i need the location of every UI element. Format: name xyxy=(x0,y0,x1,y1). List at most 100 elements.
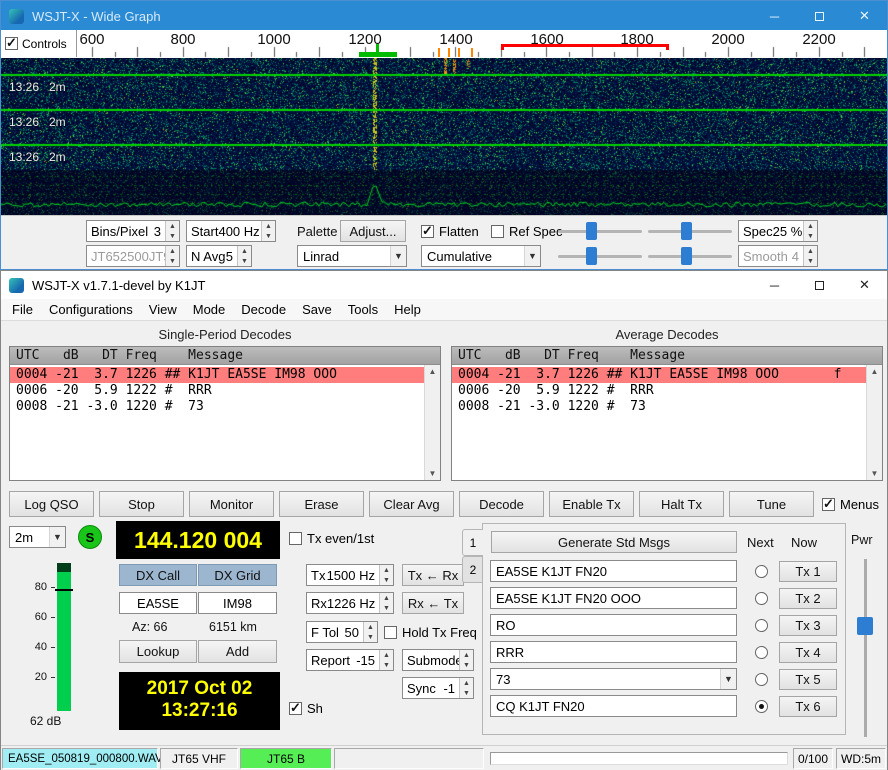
chevron-up-icon[interactable]: ▲ xyxy=(380,650,393,660)
tab-1[interactable]: 1 xyxy=(462,529,483,556)
start-freq-spinner[interactable]: Start400 Hz ▲▼ xyxy=(186,220,276,242)
chevron-up-icon[interactable]: ▲ xyxy=(166,221,179,231)
tx6-message-input[interactable]: CQ K1JT FN20 xyxy=(490,695,737,717)
tx5-now-button[interactable]: Tx 5 xyxy=(779,669,837,690)
chevron-down-icon[interactable]: ▼ xyxy=(720,669,736,689)
tx3-now-button[interactable]: Tx 3 xyxy=(779,615,837,636)
main-titlebar[interactable]: WSJT-X v1.7.1-devel by K1JT ─ ✕ xyxy=(1,271,887,299)
minimize-button[interactable]: ─ xyxy=(752,271,797,299)
spinner-arrows[interactable]: ▲▼ xyxy=(379,593,393,613)
chevron-up-icon[interactable]: ▲ xyxy=(380,593,393,603)
decode-row[interactable]: 0006 -20 5.9 1222 # RRR xyxy=(10,383,424,399)
chevron-up-icon[interactable]: ▲ xyxy=(871,367,879,376)
tx4-next-radio[interactable] xyxy=(755,646,768,659)
chevron-down-icon[interactable]: ▼ xyxy=(460,660,473,670)
bins-per-pixel-spinner[interactable]: Bins/Pixel3 ▲▼ xyxy=(86,220,180,242)
chevron-down-icon[interactable]: ▼ xyxy=(49,527,65,547)
lookup-button[interactable]: Lookup xyxy=(119,640,197,663)
close-button[interactable]: ✕ xyxy=(842,1,887,31)
chevron-down-icon[interactable]: ▼ xyxy=(390,246,406,266)
tx3-message-input[interactable]: RO xyxy=(490,614,737,636)
waterfall[interactable]: 13:26 2m 13:26 2m 13:26 2m xyxy=(1,58,887,215)
checkbox-icon[interactable] xyxy=(5,37,18,50)
tab-2[interactable]: 2 xyxy=(462,556,483,583)
menu-decode[interactable]: Decode xyxy=(233,299,294,320)
checkbox-icon[interactable] xyxy=(384,626,397,639)
flatten-checkbox[interactable]: Flatten xyxy=(421,224,479,239)
chevron-up-icon[interactable]: ▲ xyxy=(380,565,393,575)
monitor-button[interactable]: Monitor xyxy=(189,491,274,517)
chevron-up-icon[interactable]: ▲ xyxy=(429,367,437,376)
halt-tx-button[interactable]: Halt Tx xyxy=(639,491,724,517)
chevron-down-icon[interactable]: ▼ xyxy=(262,231,275,241)
menu-tools[interactable]: Tools xyxy=(340,299,386,320)
chevron-down-icon[interactable]: ▼ xyxy=(238,256,251,266)
stop-button[interactable]: Stop xyxy=(99,491,184,517)
pwr-slider-handle[interactable] xyxy=(857,617,873,635)
spinner-arrows[interactable]: ▲▼ xyxy=(459,678,473,698)
tx-even-checkbox[interactable]: Tx even/1st xyxy=(289,531,374,546)
tx1-now-button[interactable]: Tx 1 xyxy=(779,561,837,582)
spinner-arrows[interactable]: ▲▼ xyxy=(459,650,473,670)
menu-view[interactable]: View xyxy=(141,299,185,320)
menu-configurations[interactable]: Configurations xyxy=(41,299,141,320)
tx4-message-input[interactable]: RRR xyxy=(490,641,737,663)
chevron-up-icon[interactable]: ▲ xyxy=(262,221,275,231)
tx1-next-radio[interactable] xyxy=(755,565,768,578)
hold-tx-freq-checkbox[interactable]: Hold Tx Freq xyxy=(384,625,477,640)
chevron-up-icon[interactable]: ▲ xyxy=(460,650,473,660)
tx2-now-button[interactable]: Tx 2 xyxy=(779,588,837,609)
tune-button[interactable]: Tune xyxy=(729,491,814,517)
menus-checkbox[interactable]: Menus xyxy=(822,497,879,512)
spinner-arrows[interactable]: ▲▼ xyxy=(165,221,179,241)
sh-checkbox[interactable]: Sh xyxy=(289,701,323,716)
tx4-now-button[interactable]: Tx 4 xyxy=(779,642,837,663)
chevron-up-icon[interactable]: ▲ xyxy=(804,221,817,231)
clear-avg-button[interactable]: Clear Avg xyxy=(369,491,454,517)
decode-row[interactable]: 0004 -21 3.7 1226 ## K1JT EA5SE IM98 OOO… xyxy=(10,367,424,383)
chevron-down-icon[interactable]: ▼ xyxy=(524,246,540,266)
slider-handle[interactable] xyxy=(681,222,692,240)
waterfall-gain-slider[interactable] xyxy=(558,221,642,241)
rx-from-tx-button[interactable]: Rx ← Tx xyxy=(402,592,464,614)
spinner-arrows[interactable]: ▲▼ xyxy=(803,221,817,241)
maximize-button[interactable] xyxy=(797,271,842,299)
tx2-next-radio[interactable] xyxy=(755,592,768,605)
chevron-down-icon[interactable]: ▼ xyxy=(364,632,377,642)
menu-help[interactable]: Help xyxy=(386,299,429,320)
wide-graph-titlebar[interactable]: WSJT-X - Wide Graph ─ ✕ xyxy=(1,1,887,31)
scrollbar[interactable]: ▲▼ xyxy=(424,365,440,480)
adjust-button[interactable]: Adjust... xyxy=(340,220,406,242)
waterfall-canvas[interactable] xyxy=(1,58,887,215)
chevron-down-icon[interactable]: ▼ xyxy=(166,231,179,241)
submode-spinner[interactable]: SubmodeB ▲▼ xyxy=(402,649,474,671)
decode-row[interactable]: 0006 -20 5.9 1222 # RRR xyxy=(452,383,866,399)
palette-combo[interactable]: Linrad ▼ xyxy=(297,245,407,267)
spinner-arrows[interactable]: ▲▼ xyxy=(379,565,393,585)
slider-handle[interactable] xyxy=(681,247,692,265)
tx-from-rx-button[interactable]: Tx ← Rx xyxy=(402,564,464,586)
tx5-next-radio[interactable] xyxy=(755,673,768,686)
tx2-message-input[interactable]: EA5SE K1JT FN20 OOO xyxy=(490,587,737,609)
chevron-down-icon[interactable]: ▼ xyxy=(380,575,393,585)
decode-row[interactable]: 0004 -21 3.7 1226 ## K1JT EA5SE IM98 OOO… xyxy=(452,367,866,383)
decode-text-area[interactable]: 0004 -21 3.7 1226 ## K1JT EA5SE IM98 OOO… xyxy=(10,365,424,480)
menu-file[interactable]: File xyxy=(4,299,41,320)
decode-text-area[interactable]: 0004 -21 3.7 1226 ## K1JT EA5SE IM98 OOO… xyxy=(452,365,866,480)
decode-button[interactable]: Decode xyxy=(459,491,544,517)
report-spinner[interactable]: Report-15 ▲▼ xyxy=(306,649,394,671)
dx-call-button[interactable]: DX Call xyxy=(119,564,197,586)
spectrum-gain-slider[interactable] xyxy=(558,246,642,266)
spec-percent-spinner[interactable]: Spec25 % ▲▼ xyxy=(738,220,818,242)
checkbox-icon[interactable] xyxy=(289,532,302,545)
dx-grid-button[interactable]: DX Grid xyxy=(198,564,277,586)
dx-grid-input[interactable]: IM98 xyxy=(198,592,277,614)
checkbox-icon[interactable] xyxy=(491,225,504,238)
waterfall-zero-slider[interactable] xyxy=(648,221,732,241)
maximize-button[interactable] xyxy=(797,1,842,31)
spinner-arrows[interactable]: ▲▼ xyxy=(261,221,275,241)
enable-tx-button[interactable]: Enable Tx xyxy=(549,491,634,517)
menu-mode[interactable]: Mode xyxy=(185,299,234,320)
f-tol-spinner[interactable]: F Tol50 ▲▼ xyxy=(306,621,378,643)
band-combo[interactable]: 2m ▼ xyxy=(9,526,66,548)
